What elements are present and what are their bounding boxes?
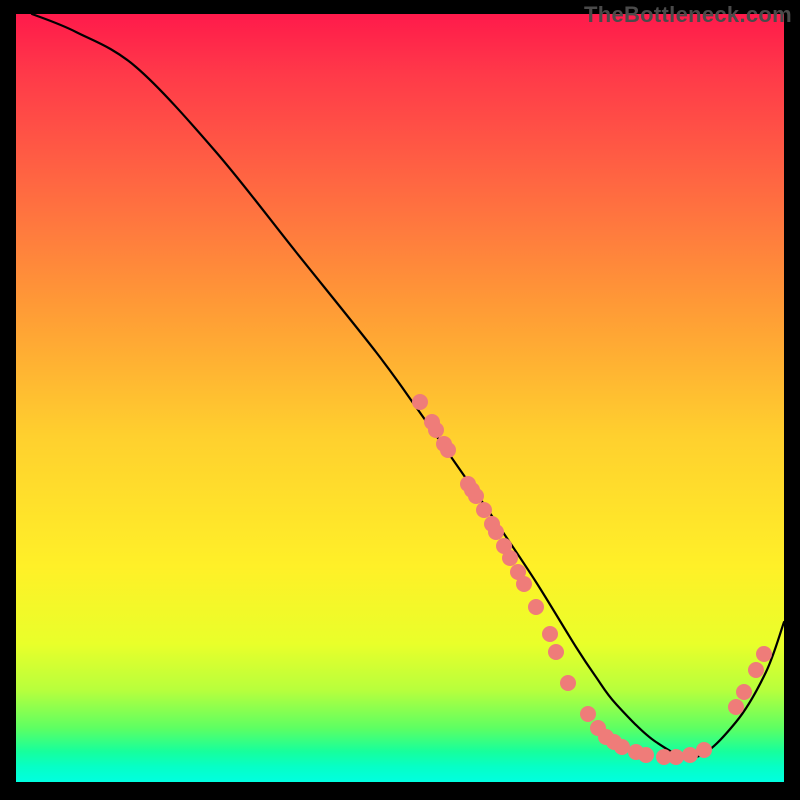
watermark-text: TheBottleneck.com [584, 2, 792, 28]
highlight-point [476, 502, 492, 518]
highlight-point [682, 747, 698, 763]
highlight-point [548, 644, 564, 660]
chart-svg [16, 14, 784, 782]
highlight-point [580, 706, 596, 722]
highlight-point [638, 747, 654, 763]
highlight-point [542, 626, 558, 642]
highlight-point [516, 576, 532, 592]
highlight-point [412, 394, 428, 410]
highlight-point [468, 488, 484, 504]
highlight-point [736, 684, 752, 700]
highlight-point [728, 699, 744, 715]
highlight-point [428, 422, 444, 438]
highlight-point [756, 646, 772, 662]
highlight-point [502, 550, 518, 566]
highlight-point [696, 742, 712, 758]
highlight-point [488, 524, 504, 540]
chart-stage: TheBottleneck.com [0, 0, 800, 800]
highlight-point [668, 749, 684, 765]
highlight-point [748, 662, 764, 678]
highlight-point [614, 739, 630, 755]
highlight-point [560, 675, 576, 691]
chart-plot-area [16, 14, 784, 782]
chart-highlight-points [412, 394, 772, 765]
chart-curve [32, 14, 784, 758]
highlight-point [440, 442, 456, 458]
highlight-point [528, 599, 544, 615]
